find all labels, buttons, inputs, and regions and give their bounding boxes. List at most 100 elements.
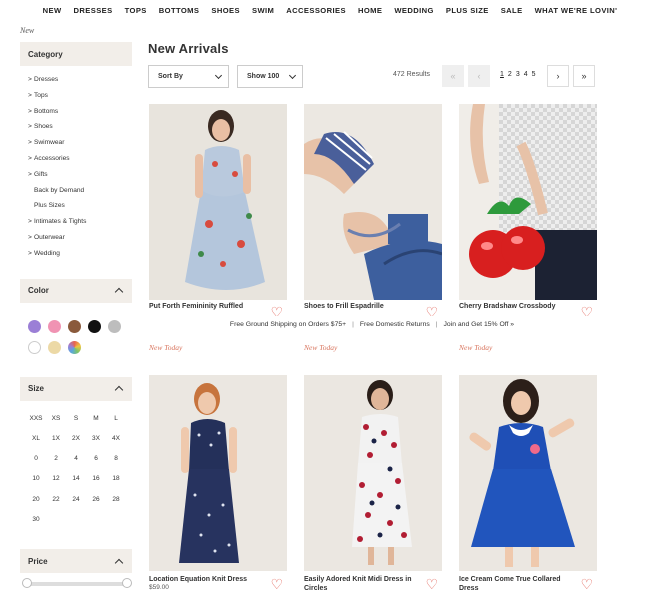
size-option[interactable]: 6 bbox=[86, 449, 106, 469]
nav-wedding[interactable]: WEDDING bbox=[388, 6, 440, 22]
page-link-current[interactable]: 1 bbox=[500, 71, 504, 78]
color-swatch-grey[interactable] bbox=[108, 319, 121, 333]
size-option[interactable]: XL bbox=[26, 429, 46, 449]
price-slider[interactable] bbox=[20, 573, 132, 589]
category-item-back-by-demand[interactable]: Back by Demand bbox=[28, 183, 132, 199]
color-swatch-black[interactable] bbox=[88, 319, 101, 333]
size-option[interactable]: 26 bbox=[86, 490, 106, 510]
nav-what-were-lovin[interactable]: WHAT WE'RE LOVIN' bbox=[529, 6, 624, 22]
heart-icon[interactable]: ♡ bbox=[580, 577, 593, 591]
nav-shoes[interactable]: SHOES bbox=[205, 6, 246, 22]
size-option[interactable]: 28 bbox=[106, 490, 126, 510]
category-item-dresses[interactable]: > Dresses bbox=[28, 72, 132, 88]
size-option[interactable]: 16 bbox=[86, 469, 106, 489]
size-option[interactable]: 12 bbox=[46, 469, 66, 489]
nav-bottoms[interactable]: BOTTOMS bbox=[153, 6, 206, 22]
category-header[interactable]: Category bbox=[20, 42, 132, 66]
product-card[interactable]: Cherry Bradshaw Crossbody ♡ bbox=[459, 104, 597, 319]
prev-page-button[interactable]: ‹ bbox=[468, 65, 490, 87]
product-name[interactable]: Cherry Bradshaw Crossbody bbox=[459, 300, 577, 310]
nav-swim[interactable]: SWIM bbox=[246, 6, 280, 22]
page-link[interactable]: 3 bbox=[516, 71, 520, 78]
color-swatch-multi[interactable] bbox=[68, 340, 81, 354]
color-swatch-brown[interactable] bbox=[68, 319, 81, 333]
size-option[interactable]: 14 bbox=[66, 469, 86, 489]
size-option[interactable]: M bbox=[86, 409, 106, 429]
product-card[interactable]: Ice Cream Come True Collared Dress ♡ bbox=[459, 375, 597, 593]
category-item-shoes[interactable]: > Shoes bbox=[28, 119, 132, 135]
size-option[interactable]: S bbox=[66, 409, 86, 429]
category-item-accessories[interactable]: > Accessories bbox=[28, 151, 132, 167]
page-link[interactable]: 5 bbox=[532, 71, 536, 78]
category-item-plus-sizes[interactable]: Plus Sizes bbox=[28, 198, 132, 214]
first-page-button[interactable]: « bbox=[442, 65, 464, 87]
category-item-bottoms[interactable]: > Bottoms bbox=[28, 104, 132, 120]
nav-dresses[interactable]: DRESSES bbox=[68, 6, 119, 22]
nav-home[interactable]: HOME bbox=[352, 6, 388, 22]
last-page-button[interactable]: » bbox=[573, 65, 595, 87]
size-option[interactable]: 10 bbox=[26, 469, 46, 489]
size-option[interactable]: 3X bbox=[86, 429, 106, 449]
product-name[interactable]: Easily Adored Knit Midi Dress in Circles bbox=[304, 571, 422, 593]
size-option[interactable]: 0 bbox=[26, 449, 46, 469]
size-option[interactable]: 24 bbox=[66, 490, 86, 510]
product-image[interactable] bbox=[459, 375, 597, 571]
size-option[interactable]: 2 bbox=[46, 449, 66, 469]
category-item-swimwear[interactable]: > Swimwear bbox=[28, 135, 132, 151]
product-image[interactable] bbox=[149, 104, 287, 300]
category-item-gifts[interactable]: > Gifts bbox=[28, 167, 132, 183]
size-option[interactable]: 8 bbox=[106, 449, 126, 469]
heart-icon[interactable]: ♡ bbox=[270, 577, 283, 591]
size-option[interactable]: 4 bbox=[66, 449, 86, 469]
size-option[interactable]: 20 bbox=[26, 490, 46, 510]
product-image[interactable] bbox=[459, 104, 597, 300]
color-swatch-white[interactable] bbox=[28, 340, 41, 354]
product-card[interactable]: Easily Adored Knit Midi Dress in Circles… bbox=[304, 375, 442, 593]
category-item-tops[interactable]: > Tops bbox=[28, 88, 132, 104]
product-card[interactable]: Put Forth Femininity Ruffled ♡ bbox=[149, 104, 287, 319]
category-item-intimates[interactable]: > Intimates & Tights bbox=[28, 214, 132, 230]
product-name[interactable]: Location Equation Knit Dress bbox=[149, 571, 267, 584]
size-option[interactable]: 30 bbox=[26, 510, 46, 530]
price-slider-min-handle[interactable] bbox=[22, 578, 32, 589]
product-image[interactable] bbox=[304, 104, 442, 300]
heart-icon[interactable]: ♡ bbox=[425, 577, 438, 591]
color-swatch-cream[interactable] bbox=[48, 340, 61, 354]
free-shipping-text[interactable]: Free Ground Shipping on Orders $75+ bbox=[224, 321, 352, 328]
category-item-outerwear[interactable]: > Outerwear bbox=[28, 230, 132, 246]
show-count-select[interactable]: Show 100 bbox=[237, 65, 303, 88]
nav-plus-size[interactable]: PLUS SIZE bbox=[440, 6, 495, 22]
size-option[interactable]: 18 bbox=[106, 469, 126, 489]
color-swatch-purple[interactable] bbox=[28, 319, 41, 333]
size-option[interactable]: 4X bbox=[106, 429, 126, 449]
next-page-button[interactable]: › bbox=[547, 65, 569, 87]
page-link[interactable]: 4 bbox=[524, 71, 528, 78]
product-image[interactable] bbox=[304, 375, 442, 571]
size-option[interactable]: XS bbox=[46, 409, 66, 429]
sort-by-select[interactable]: Sort By bbox=[148, 65, 229, 88]
nav-new[interactable]: NEW bbox=[37, 6, 68, 22]
join-offer-link[interactable]: Join and Get 15% Off » bbox=[438, 321, 521, 328]
product-name[interactable]: Put Forth Femininity Ruffled bbox=[149, 300, 267, 310]
price-header[interactable]: Price bbox=[20, 549, 132, 574]
size-option[interactable]: 1X bbox=[46, 429, 66, 449]
nav-sale[interactable]: SALE bbox=[495, 6, 529, 22]
product-name[interactable]: Shoes to Frill Espadrille bbox=[304, 300, 422, 310]
product-image[interactable] bbox=[149, 375, 287, 571]
product-card[interactable]: Location Equation Knit Dress $59.00 ♡ bbox=[149, 375, 287, 591]
size-option[interactable]: XXS bbox=[26, 409, 46, 429]
size-option[interactable]: 2X bbox=[66, 429, 86, 449]
color-header[interactable]: Color bbox=[20, 278, 132, 303]
price-slider-max-handle[interactable] bbox=[122, 578, 132, 589]
size-option[interactable]: L bbox=[106, 409, 126, 429]
product-card[interactable]: Shoes to Frill Espadrille ♡ bbox=[304, 104, 442, 319]
nav-tops[interactable]: TOPS bbox=[119, 6, 153, 22]
color-swatch-pink[interactable] bbox=[48, 319, 61, 333]
breadcrumb[interactable]: New bbox=[20, 26, 34, 35]
nav-accessories[interactable]: ACCESSORIES bbox=[280, 6, 352, 22]
size-header[interactable]: Size bbox=[20, 376, 132, 401]
product-name[interactable]: Ice Cream Come True Collared Dress bbox=[459, 571, 577, 593]
size-option[interactable]: 22 bbox=[46, 490, 66, 510]
page-link[interactable]: 2 bbox=[508, 71, 512, 78]
free-returns-text[interactable]: Free Domestic Returns bbox=[354, 321, 436, 328]
